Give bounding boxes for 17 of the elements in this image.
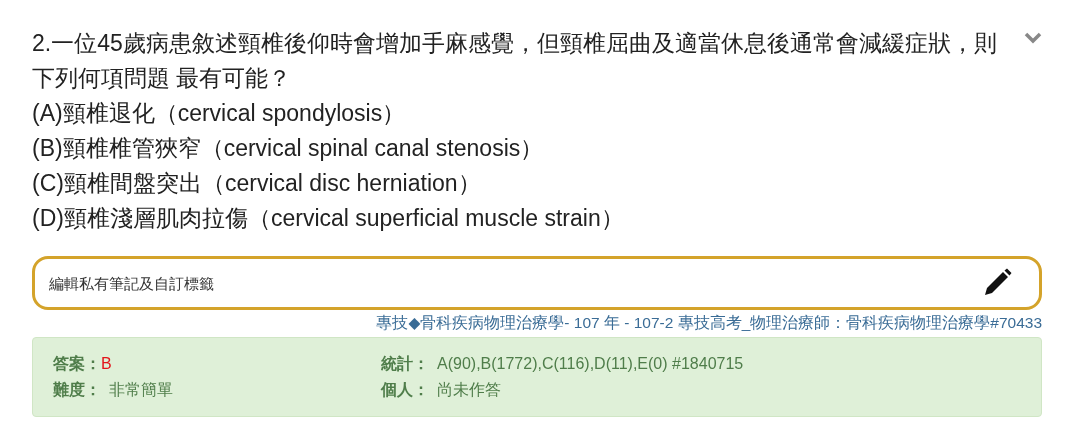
chevron-down-icon[interactable] bbox=[1024, 32, 1042, 44]
field-value: A(90),B(1772),C(116),D(11),E(0) #1840715 bbox=[437, 355, 744, 372]
field-value: 非常簡單 bbox=[109, 381, 173, 398]
source-link[interactable]: 專技◆骨科疾病物理治療學- 107 年 - 107-2 專技高考_物理治療師：骨科疾病物理治療學#70433 bbox=[376, 314, 1042, 331]
answer-value: B bbox=[101, 355, 112, 372]
field-value: 尚未作答 bbox=[437, 381, 501, 398]
answer-option: (A)頸椎退化（cervical spondylosis） bbox=[32, 96, 1017, 131]
field-label: 答案： bbox=[53, 355, 101, 372]
edit-icon[interactable] bbox=[982, 268, 1012, 298]
answer-option: (D)頸椎淺層肌肉拉傷（cervical superficial muscle strain） bbox=[32, 201, 1017, 236]
question-text: 2.一位45歲病患敘述頸椎後仰時會增加手麻感覺，但頸椎屈曲及適當休息後通常會減緩症狀，則下列何項問題 最有可能？ bbox=[32, 29, 998, 93]
answer-option: (B)頸椎椎管狹窄（cervical spinal canal stenosis） bbox=[32, 131, 1017, 166]
field-label: 個人： bbox=[381, 381, 429, 398]
answer-option: (C)頸椎間盤突出（cervical disc herniation） bbox=[32, 166, 1017, 201]
field-label: 難度： bbox=[53, 381, 101, 398]
field-label: 統計： bbox=[381, 355, 429, 372]
note-field[interactable]: 編輯私有筆記及自訂標籤 bbox=[32, 256, 1042, 310]
